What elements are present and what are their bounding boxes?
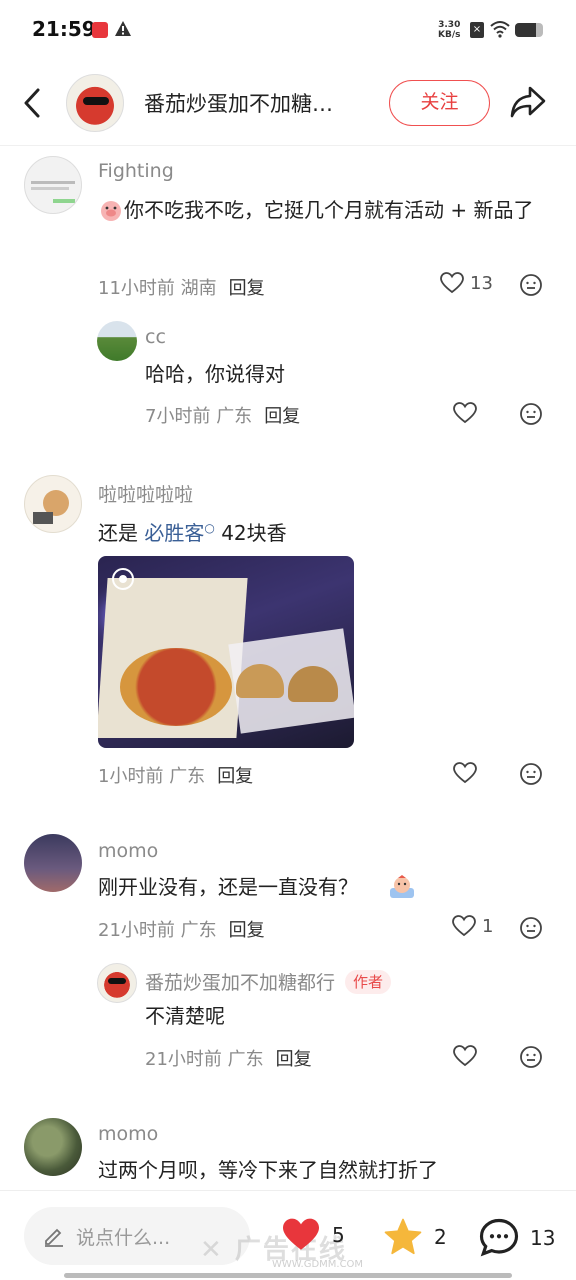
photo-tag-icon[interactable]	[112, 568, 134, 590]
pencil-icon	[45, 1228, 63, 1247]
commenter-name[interactable]: 番茄炒蛋加不加糖都行 作者	[145, 968, 392, 995]
like-post-button[interactable]: 5	[280, 1217, 345, 1253]
sticker-emoji-icon	[390, 875, 414, 898]
comment-meta: 21小时前 广东 回复	[145, 1049, 312, 1070]
comment-text: 还是 必胜客○ 42块香	[98, 521, 287, 545]
comment-photo[interactable]	[98, 556, 354, 748]
comment-text: 哈哈，你说得对	[145, 362, 285, 386]
post-like-count: 5	[332, 1223, 345, 1247]
heart-icon	[440, 272, 464, 294]
collect-button[interactable]: 2	[382, 1217, 447, 1257]
comment-meta: 7小时前 广东 回复	[145, 406, 301, 427]
reply-button[interactable]: 回复	[264, 406, 300, 427]
commenter-avatar[interactable]	[24, 1118, 82, 1176]
home-indicator[interactable]	[64, 1273, 512, 1278]
commenter-name[interactable]: momo	[98, 1123, 158, 1145]
like-count: 1	[482, 915, 494, 937]
heart-icon[interactable]	[453, 402, 477, 424]
commenter-name[interactable]: Fighting	[98, 160, 174, 182]
pig-emoji-icon	[101, 201, 121, 221]
status-time: 21:59	[32, 17, 96, 41]
comment-bubble-icon	[479, 1218, 519, 1257]
notification-app-icon	[92, 22, 108, 38]
back-icon[interactable]	[20, 84, 44, 122]
commenter-name[interactable]: cc	[145, 326, 166, 348]
follow-button[interactable]: 关注	[389, 80, 490, 126]
share-icon[interactable]	[508, 82, 548, 122]
post-collect-count: 2	[434, 1225, 447, 1249]
comment-text: 你不吃我不吃，它挺几个月就有活动 + 新品了	[124, 198, 534, 222]
emoji-react-icon[interactable]	[519, 402, 543, 426]
comment-input-placeholder: 说点什么...	[76, 1226, 171, 1249]
heart-filled-icon	[283, 1218, 319, 1250]
commenter-avatar[interactable]	[97, 321, 137, 361]
commenter-avatar[interactable]	[24, 156, 82, 214]
commenter-name[interactable]: 啦啦啦啦啦	[98, 480, 193, 507]
comment-text: 刚开业没有，还是一直没有？	[98, 875, 358, 899]
reply-button[interactable]: 回复	[276, 1049, 312, 1070]
watermark-url: WWW.GDMM.COM	[272, 1259, 364, 1270]
comment-meta: 1小时前 广东 回复	[98, 766, 254, 787]
reply-button[interactable]: 回复	[229, 278, 265, 299]
reply-button[interactable]: 回复	[217, 766, 253, 787]
like-count: 13	[470, 272, 493, 294]
heart-icon	[452, 915, 476, 937]
network-speed: 3.30 KB/s	[438, 20, 461, 40]
reply-button[interactable]: 回复	[229, 920, 265, 941]
heart-icon[interactable]	[453, 1045, 477, 1067]
star-filled-icon	[384, 1218, 422, 1255]
comments-button[interactable]: 13	[478, 1217, 555, 1259]
comment-text: 过两个月呗，等冷下来了自然就打折了	[98, 1158, 438, 1182]
heart-icon[interactable]	[453, 762, 477, 784]
author-avatar[interactable]	[66, 74, 124, 132]
author-name[interactable]: 番茄炒蛋加不加糖…	[144, 88, 372, 118]
bottom-action-bar: 说点什么... ✕ 广告在线 WWW.GDMM.COM 5 2 13	[0, 1190, 576, 1280]
post-comment-count: 13	[530, 1226, 556, 1250]
commenter-avatar[interactable]	[24, 475, 82, 533]
search-icon[interactable]: ○	[204, 521, 214, 535]
author-badge: 作者	[345, 970, 392, 994]
battery-icon	[515, 23, 543, 37]
battery-level	[515, 23, 536, 37]
warning-icon	[115, 21, 131, 36]
emoji-react-icon[interactable]	[519, 762, 543, 786]
emoji-react-icon[interactable]	[519, 916, 543, 940]
wifi-icon	[490, 21, 510, 38]
emoji-react-icon[interactable]	[519, 273, 543, 297]
like-button[interactable]: 13	[440, 272, 493, 294]
commenter-avatar[interactable]	[24, 834, 82, 892]
commenter-name[interactable]: momo	[98, 840, 158, 862]
comment-meta: 11小时前 湖南 回复	[98, 278, 265, 299]
status-bar: 21:59 3.30 KB/s ×	[0, 0, 576, 62]
comment-text: 不清楚呢	[145, 1004, 225, 1028]
post-header: 番茄炒蛋加不加糖… 关注	[0, 62, 576, 146]
comment-meta: 21小时前 广东 回复	[98, 920, 265, 941]
emoji-react-icon[interactable]	[519, 1045, 543, 1069]
store-link[interactable]: 必胜客	[144, 521, 204, 545]
sim-off-icon: ×	[470, 22, 484, 38]
like-button[interactable]: 1	[452, 915, 493, 937]
commenter-avatar[interactable]	[97, 963, 137, 1003]
